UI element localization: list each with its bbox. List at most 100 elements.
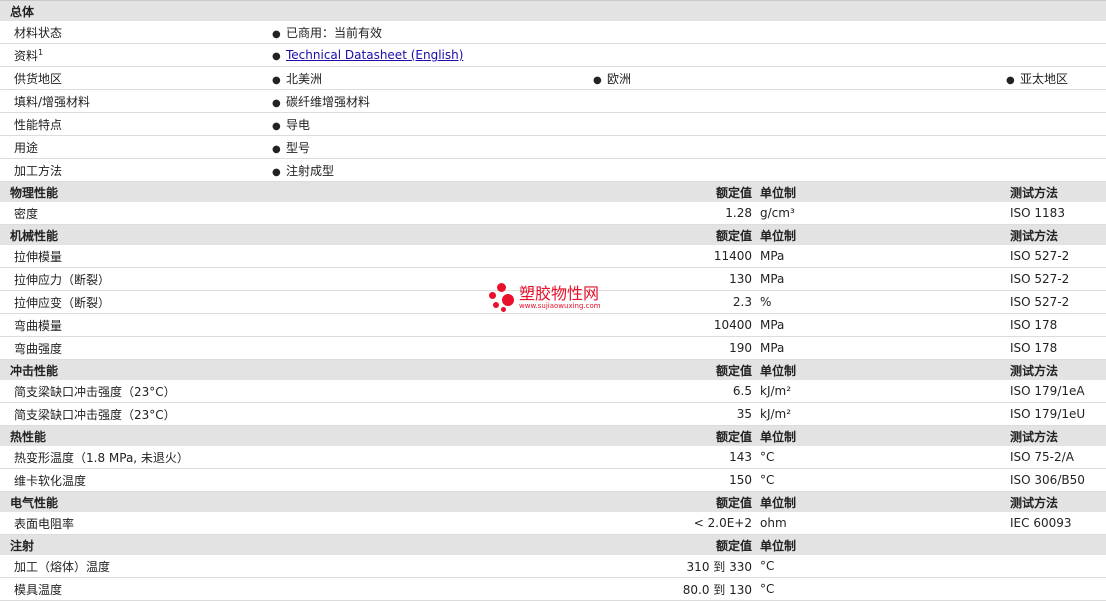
- general-value: 注射成型: [286, 163, 335, 178]
- general-value-cell: ● 导电: [258, 112, 1106, 136]
- general-label: 用途: [0, 135, 258, 159]
- general-value: 亚太地区: [1020, 71, 1069, 86]
- property-unit: MPa: [756, 245, 1006, 268]
- property-value: 35: [593, 402, 756, 426]
- section-header: 电气性能 额定值 单位制 测试方法: [0, 491, 1106, 512]
- column-header-unit: 单位制: [756, 425, 1006, 446]
- column-header-method: 测试方法: [1006, 181, 1106, 202]
- general-label: 填料/增强材料: [0, 89, 258, 113]
- bullet-icon: ●: [1006, 74, 1015, 86]
- bullet-icon: ●: [272, 143, 281, 155]
- property-value: 80.0 到 130: [593, 577, 756, 601]
- column-header-value: 额定值: [593, 425, 756, 446]
- section-header: 物理性能 额定值 单位制 测试方法: [0, 181, 1106, 202]
- property-value: < 2.0E+2: [593, 512, 756, 535]
- property-method: ISO 527-2: [1006, 267, 1106, 291]
- property-row: 加工（熔体）温度 310 到 330 °C: [0, 555, 1106, 578]
- property-method: ISO 75-2/A: [1006, 446, 1106, 469]
- property-row: 维卡软化温度 150 °C ISO 306/B50: [0, 468, 1106, 492]
- general-value-cell: ● 欧洲: [593, 66, 1006, 90]
- general-value-cell: ● 北美洲: [258, 66, 593, 90]
- column-header-method: 测试方法: [1006, 224, 1106, 245]
- property-unit: MPa: [756, 267, 1006, 291]
- property-row: 简支梁缺口冲击强度（23°C） 6.5 kJ/m² ISO 179/1eA: [0, 380, 1106, 403]
- column-header-value: 额定值: [593, 224, 756, 245]
- datasheet-link[interactable]: Technical Datasheet (English): [286, 48, 463, 62]
- column-header-value: 额定值: [593, 534, 756, 555]
- section-title: 注射: [0, 534, 593, 555]
- property-label: 表面电阻率: [0, 512, 593, 535]
- property-unit: kJ/m²: [756, 402, 1006, 426]
- property-value: 310 到 330: [593, 555, 756, 578]
- general-row: 性能特点 ● 导电: [0, 112, 1106, 136]
- general-label: 加工方法: [0, 158, 258, 182]
- property-row: 拉伸模量 11400 MPa ISO 527-2: [0, 245, 1106, 268]
- property-row: 热变形温度（1.8 MPa, 未退火） 143 °C ISO 75-2/A: [0, 446, 1106, 469]
- property-label: 简支梁缺口冲击强度（23°C）: [0, 380, 593, 403]
- property-label: 加工（熔体）温度: [0, 555, 593, 578]
- section-title: 机械性能: [0, 224, 593, 245]
- general-label-text: 性能特点: [14, 117, 63, 132]
- property-row: 表面电阻率 < 2.0E+2 ohm IEC 60093: [0, 512, 1106, 535]
- general-row: 用途 ● 型号: [0, 135, 1106, 159]
- general-value-cell: ● 注射成型: [258, 158, 1106, 182]
- column-header-unit: 单位制: [756, 224, 1006, 245]
- general-label: 性能特点: [0, 112, 258, 136]
- general-label-text: 填料/增强材料: [14, 94, 91, 109]
- general-label: 材料状态: [0, 21, 258, 44]
- property-label: 维卡软化温度: [0, 468, 593, 492]
- watermark-logo-icon: [489, 283, 517, 313]
- property-row: 弯曲模量 10400 MPa ISO 178: [0, 313, 1106, 337]
- property-unit: °C: [756, 468, 1006, 492]
- watermark: 塑胶物性网 www.sujiaowuxing.com: [489, 283, 601, 313]
- general-label: 资料1: [0, 43, 258, 67]
- section-header: 冲击性能 额定值 单位制 测试方法: [0, 359, 1106, 380]
- property-method: ISO 527-2: [1006, 290, 1106, 314]
- section-title: 冲击性能: [0, 359, 593, 380]
- property-label: 密度: [0, 202, 593, 225]
- general-label-text: 供货地区: [14, 71, 63, 86]
- property-value: 6.5: [593, 380, 756, 403]
- property-value: 130: [593, 267, 756, 291]
- general-label-text: 用途: [14, 140, 39, 155]
- property-label: 热变形温度（1.8 MPa, 未退火）: [0, 446, 593, 469]
- bullet-icon: ●: [272, 120, 281, 132]
- bullet-icon: ●: [272, 97, 281, 109]
- property-unit: °C: [756, 577, 1006, 601]
- column-header-unit: 单位制: [756, 359, 1006, 380]
- column-header-unit: 单位制: [756, 491, 1006, 512]
- column-header-method: 测试方法: [1006, 491, 1106, 512]
- property-method: IEC 60093: [1006, 512, 1106, 535]
- property-value: 10400: [593, 313, 756, 337]
- section-title: 物理性能: [0, 181, 593, 202]
- general-value: 碳纤维增强材料: [286, 94, 371, 109]
- general-value-cell: ● 碳纤维增强材料: [258, 89, 1106, 113]
- property-value: 150: [593, 468, 756, 492]
- bullet-icon: ●: [272, 51, 281, 62]
- column-header-method: [1006, 534, 1106, 555]
- property-unit: °C: [756, 555, 1006, 578]
- property-value: 190: [593, 336, 756, 360]
- property-method: ISO 1183: [1006, 202, 1106, 225]
- property-value: 11400: [593, 245, 756, 268]
- property-unit: g/cm³: [756, 202, 1006, 225]
- bullet-icon: ●: [272, 74, 281, 86]
- property-value: 2.3: [593, 290, 756, 314]
- property-value: 143: [593, 446, 756, 469]
- general-row: 供货地区 ● 北美洲 ● 欧洲 ● 亚太地区: [0, 66, 1106, 90]
- watermark-url: www.sujiaowuxing.com: [519, 302, 601, 310]
- column-header-value: 额定值: [593, 181, 756, 202]
- property-method: ISO 178: [1006, 336, 1106, 360]
- property-row: 简支梁缺口冲击强度（23°C） 35 kJ/m² ISO 179/1eU: [0, 402, 1106, 426]
- section-title: 电气性能: [0, 491, 593, 512]
- bullet-icon: ●: [272, 28, 281, 40]
- property-row: 密度 1.28 g/cm³ ISO 1183: [0, 202, 1106, 225]
- property-method: ISO 306/B50: [1006, 468, 1106, 492]
- general-label-text: 材料状态: [14, 25, 63, 40]
- general-row: 材料状态 ● 已商用：当前有效: [0, 21, 1106, 44]
- section-title: 总体: [0, 0, 1106, 21]
- bullet-icon: ●: [272, 166, 281, 178]
- property-method: ISO 178: [1006, 313, 1106, 337]
- general-label: 供货地区: [0, 66, 258, 90]
- general-label-text: 加工方法: [14, 163, 63, 178]
